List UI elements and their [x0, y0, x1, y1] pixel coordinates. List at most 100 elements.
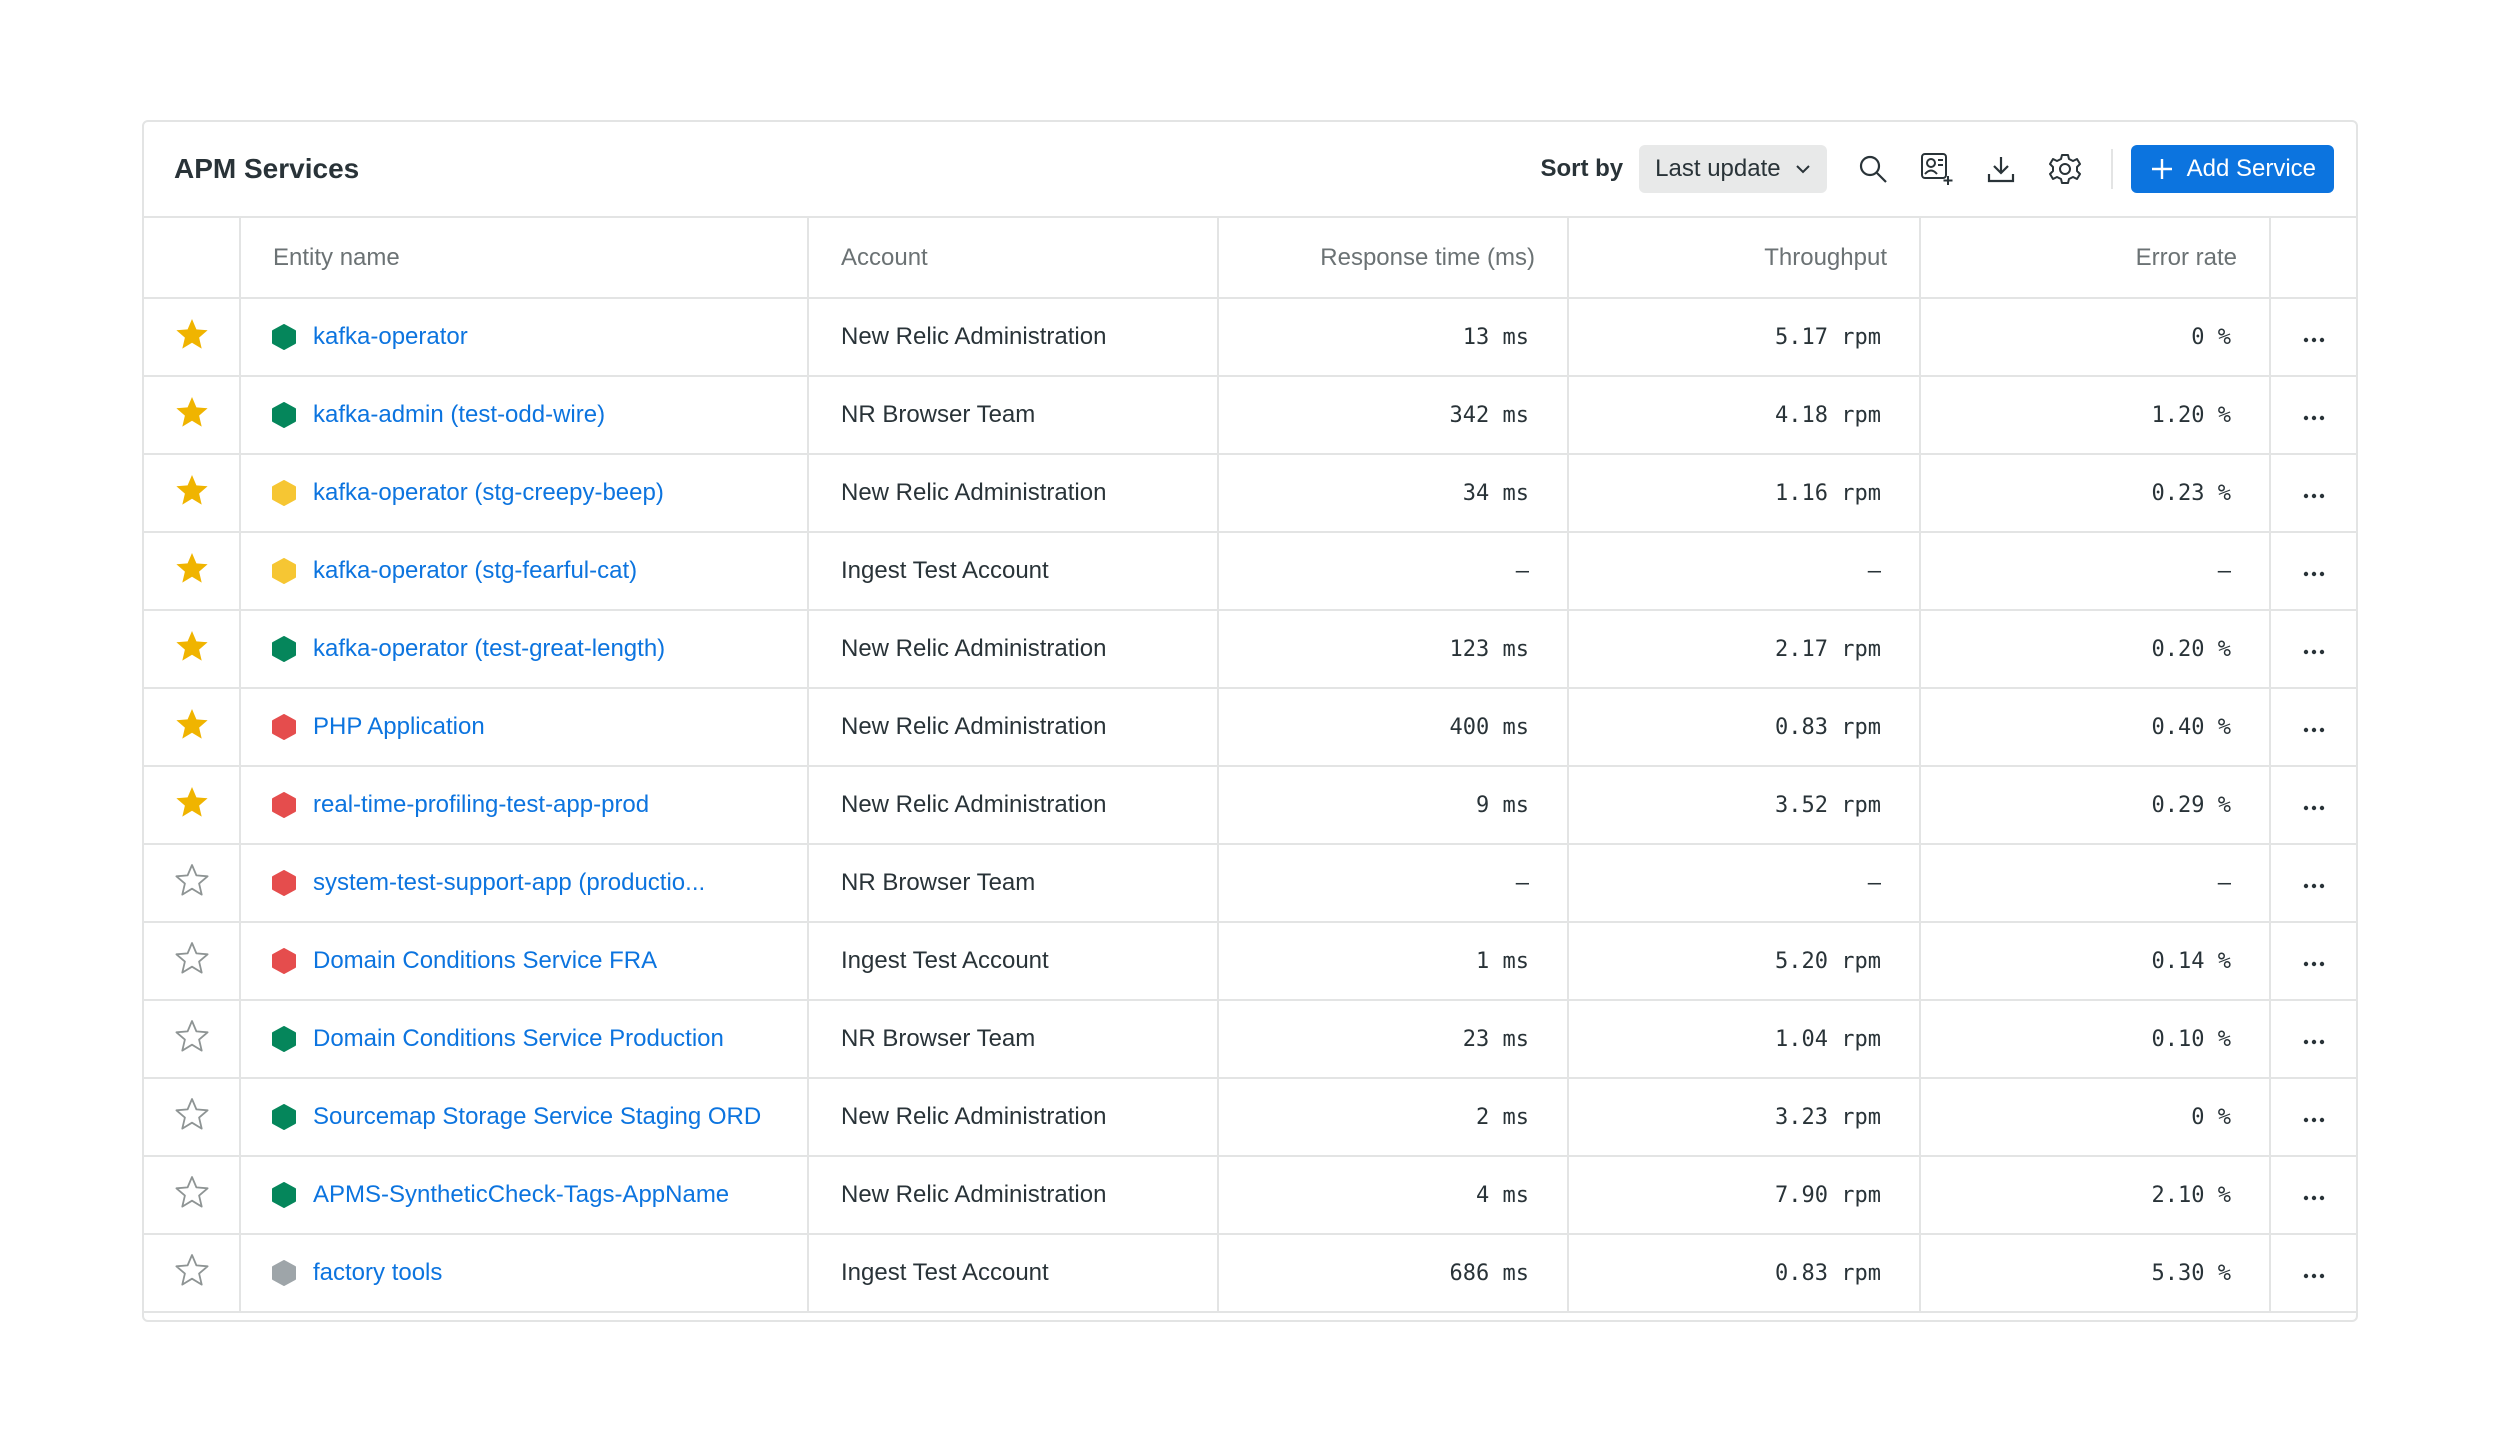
more-icon[interactable] [2302, 726, 2326, 734]
response-time-cell: 4 ms [1218, 1156, 1569, 1235]
column-header-throughput[interactable]: Throughput [1568, 218, 1921, 299]
table-row[interactable]: kafka-operator (stg-fearful-cat) Ingest T… [144, 532, 2356, 611]
table-row[interactable]: system-test-support-app (productio... NR … [144, 844, 2356, 923]
error-rate-cell: 1.20 % [1920, 376, 2271, 455]
column-header-account[interactable]: Account [808, 218, 1219, 299]
sort-by-label: Sort by [1540, 155, 1624, 182]
entity-name-link[interactable]: kafka-operator [313, 323, 468, 351]
error-rate-cell: 0 % [1920, 298, 2271, 377]
response-time-cell: 686 ms [1218, 1234, 1569, 1313]
favorite-cell[interactable] [144, 688, 241, 767]
throughput-cell: 3.23 rpm [1568, 1078, 1921, 1157]
star-filled-icon[interactable] [175, 551, 209, 585]
column-header-response-time[interactable]: Response time (ms) [1218, 218, 1569, 299]
download-button[interactable] [1969, 145, 2033, 193]
account-cell: NR Browser Team [808, 1000, 1219, 1079]
star-outline-icon[interactable] [174, 1175, 209, 1209]
search-button[interactable] [1841, 145, 1905, 193]
column-header-entity-name[interactable]: Entity name [240, 218, 809, 299]
favorite-cell[interactable] [144, 766, 241, 845]
favorite-cell[interactable] [144, 1078, 241, 1157]
more-icon[interactable] [2302, 648, 2326, 656]
entity-name-link[interactable]: Sourcemap Storage Service Staging ORD [313, 1103, 761, 1131]
entity-name-link[interactable]: system-test-support-app (productio... [313, 869, 705, 897]
more-icon[interactable] [2302, 960, 2326, 968]
more-icon[interactable] [2302, 1038, 2326, 1046]
favorite-cell[interactable] [144, 844, 241, 923]
health-status-red-icon [272, 948, 296, 974]
entity-name-link[interactable]: real-time-profiling-test-app-prod [313, 791, 649, 819]
entity-name-cell: kafka-operator (test-great-length) [240, 610, 809, 689]
table-row[interactable]: real-time-profiling-test-app-prod New Rel… [144, 766, 2356, 845]
favorite-cell[interactable] [144, 1234, 241, 1313]
account-cell: New Relic Administration [808, 298, 1219, 377]
error-rate-cell: 0.10 % [1920, 1000, 2271, 1079]
star-filled-icon[interactable] [175, 473, 209, 507]
table-row[interactable]: kafka-admin (test-odd-wire) NR Browser Te… [144, 376, 2356, 455]
table-row[interactable]: kafka-operator New Relic Administration 13… [144, 298, 2356, 377]
more-icon[interactable] [2302, 882, 2326, 890]
favorite-cell[interactable] [144, 922, 241, 1001]
response-time-cell: 1 ms [1218, 922, 1569, 1001]
favorite-cell[interactable] [144, 376, 241, 455]
table-row[interactable]: kafka-operator (test-great-length) New Re… [144, 610, 2356, 689]
more-icon[interactable] [2302, 414, 2326, 422]
table-row[interactable]: Domain Conditions Service Production NR B… [144, 1000, 2356, 1079]
table-row[interactable]: Domain Conditions Service FRA Ingest Test… [144, 922, 2356, 1001]
star-outline-icon[interactable] [174, 941, 209, 975]
favorite-cell[interactable] [144, 1000, 241, 1079]
more-icon[interactable] [2302, 492, 2326, 500]
favorite-cell[interactable] [144, 532, 241, 611]
table-row[interactable]: kafka-operator (stg-creepy-beep) New Reli… [144, 454, 2356, 533]
favorite-cell[interactable] [144, 610, 241, 689]
star-filled-icon[interactable] [175, 707, 209, 741]
star-filled-icon[interactable] [175, 785, 209, 819]
entity-name-link[interactable]: Domain Conditions Service Production [313, 1025, 724, 1053]
star-filled-icon[interactable] [175, 317, 209, 351]
favorite-cell[interactable] [144, 1156, 241, 1235]
row-actions-cell [2270, 1234, 2356, 1313]
throughput-cell: 1.04 rpm [1568, 1000, 1921, 1079]
entity-name-link[interactable]: kafka-operator (stg-fearful-cat) [313, 557, 637, 585]
entity-name-link[interactable]: factory tools [313, 1259, 442, 1287]
favorite-cell[interactable] [144, 454, 241, 533]
more-icon[interactable] [2302, 336, 2326, 344]
throughput-cell: 3.52 rpm [1568, 766, 1921, 845]
table-row[interactable]: APMS-SyntheticCheck-Tags-AppName New Reli… [144, 1156, 2356, 1235]
entity-name-link[interactable]: kafka-operator (test-great-length) [313, 635, 665, 663]
star-outline-icon[interactable] [174, 1097, 209, 1131]
column-header-error-rate[interactable]: Error rate [1920, 218, 2271, 299]
settings-button[interactable] [2033, 145, 2097, 193]
star-outline-icon[interactable] [174, 1019, 209, 1053]
error-rate-cell: 0 % [1920, 1078, 2271, 1157]
entity-name-link[interactable]: PHP Application [313, 713, 485, 741]
table-header-row: Entity name Account Response time (ms) T… [144, 218, 2356, 299]
download-icon [1987, 157, 2014, 183]
star-outline-icon[interactable] [174, 863, 209, 897]
star-filled-icon[interactable] [175, 629, 209, 663]
more-icon[interactable] [2302, 1116, 2326, 1124]
entity-name-link[interactable]: kafka-operator (stg-creepy-beep) [313, 479, 664, 507]
more-icon[interactable] [2302, 1272, 2326, 1280]
entity-name-cell: kafka-admin (test-odd-wire) [240, 376, 809, 455]
more-icon[interactable] [2302, 1194, 2326, 1202]
star-outline-icon[interactable] [174, 1253, 209, 1287]
more-icon[interactable] [2302, 570, 2326, 578]
table-row[interactable]: Sourcemap Storage Service Staging ORD New… [144, 1078, 2356, 1157]
entity-name-link[interactable]: kafka-admin (test-odd-wire) [313, 401, 605, 429]
entity-name-cell: Domain Conditions Service Production [240, 1000, 809, 1079]
entity-name-link[interactable]: APMS-SyntheticCheck-Tags-AppName [313, 1181, 729, 1209]
table-row[interactable]: PHP Application New Relic Administration 4… [144, 688, 2356, 767]
favorite-cell[interactable] [144, 298, 241, 377]
error-rate-cell: – [1920, 844, 2271, 923]
add-service-button[interactable]: Add Service [2130, 145, 2334, 193]
account-cell: New Relic Administration [808, 610, 1219, 689]
import-entity-button[interactable] [1905, 145, 1969, 193]
entity-name-link[interactable]: Domain Conditions Service FRA [313, 947, 657, 975]
table-row[interactable]: factory tools Ingest Test Account 686 ms 0.… [144, 1234, 2356, 1313]
sort-select[interactable]: Last update [1639, 145, 1827, 193]
star-filled-icon[interactable] [175, 395, 209, 429]
favorite-column-header [144, 218, 241, 299]
chevron-down-icon [1795, 165, 1810, 174]
more-icon[interactable] [2302, 804, 2326, 812]
